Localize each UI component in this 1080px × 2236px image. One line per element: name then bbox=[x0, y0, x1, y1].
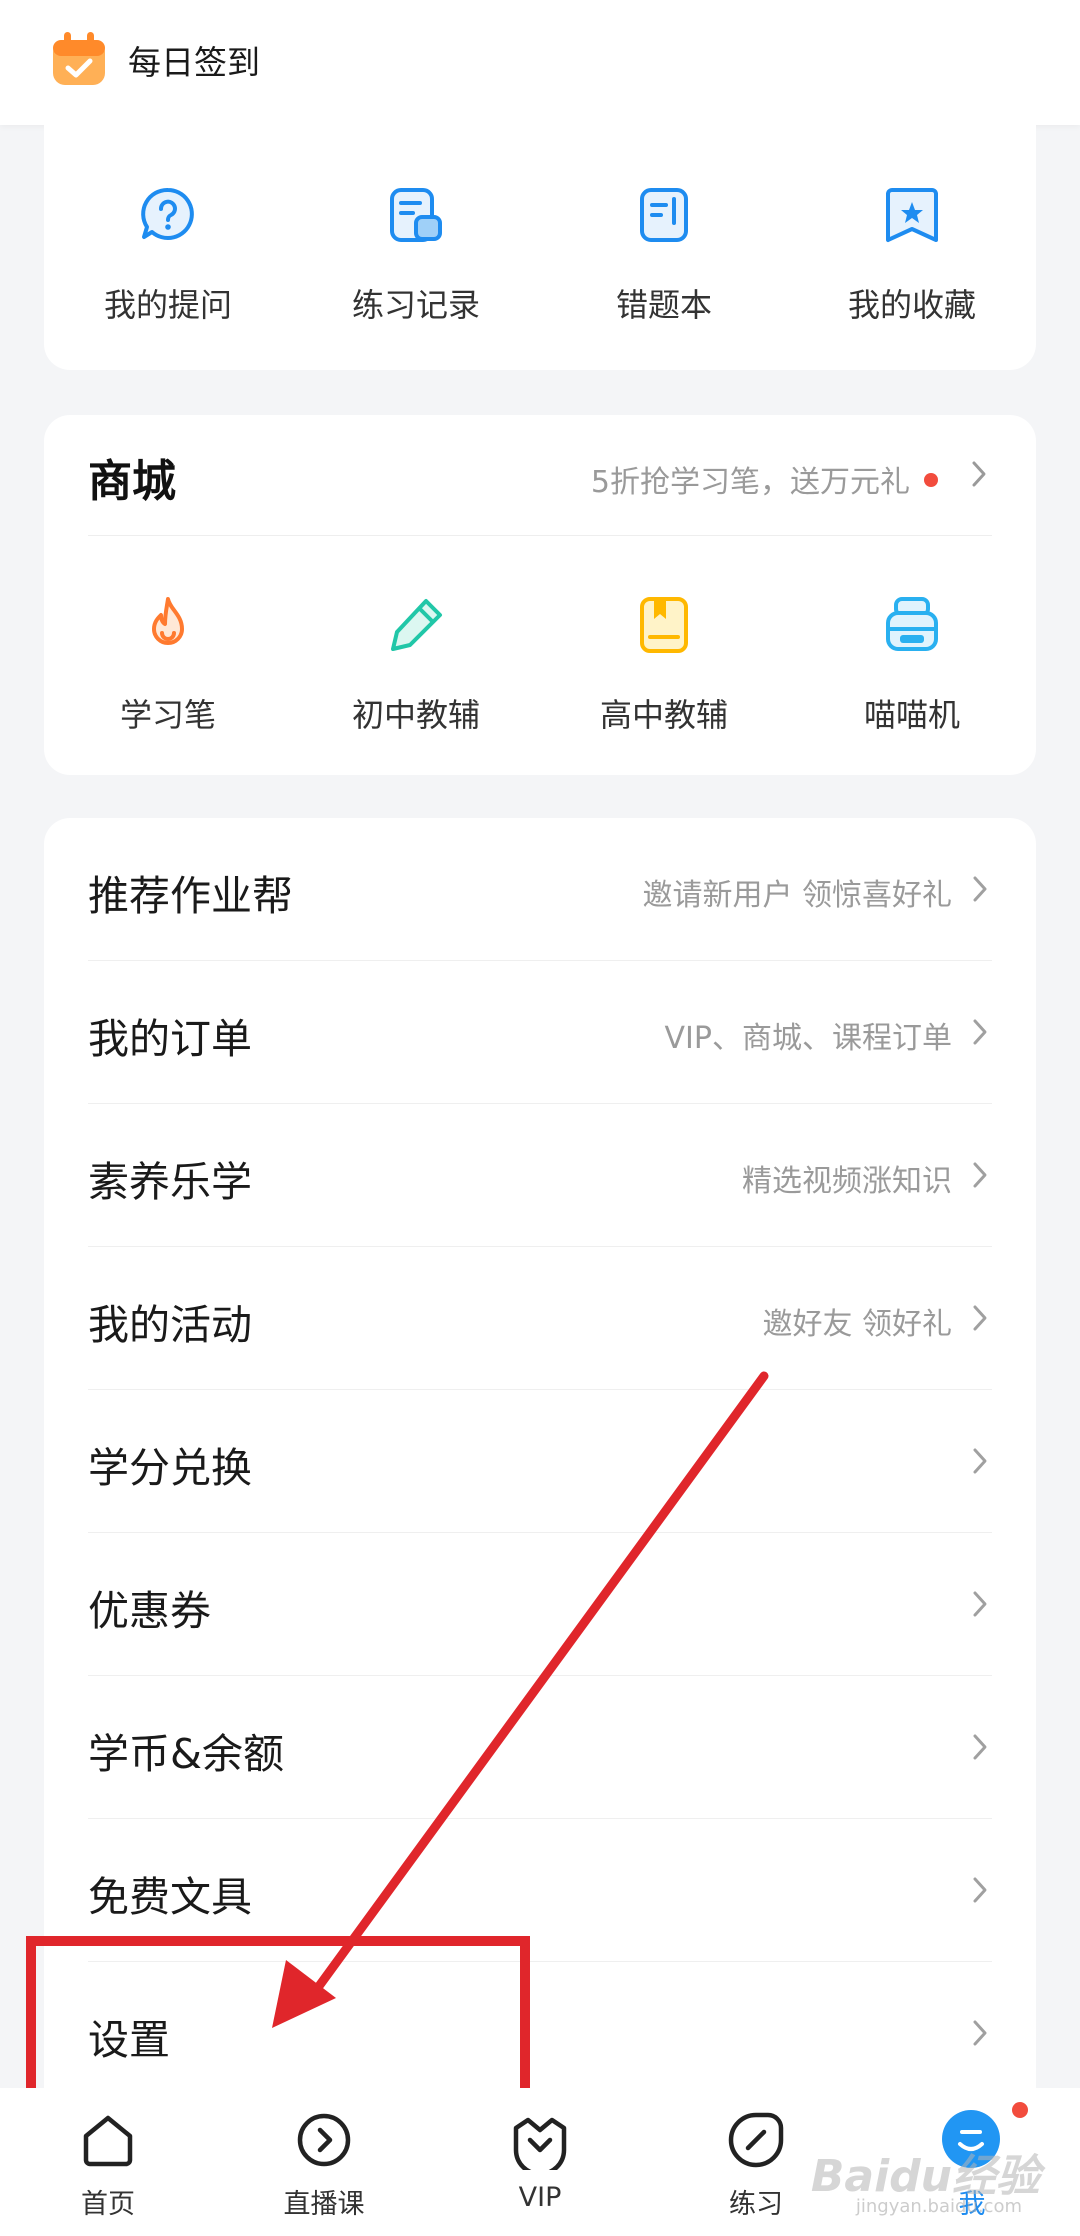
menu-row-title: 学分兑换 bbox=[88, 1444, 252, 1492]
menu-row-title: 优惠券 bbox=[88, 1587, 211, 1635]
tool-my-favorites[interactable]: 我的收藏 bbox=[788, 125, 1036, 370]
menu-row-settings[interactable]: 设置 bbox=[44, 1962, 1036, 2105]
tool-label: 错题本 bbox=[615, 286, 712, 324]
watermark-logo: Baidu经验 bbox=[810, 2151, 1040, 2202]
chevron-right-icon bbox=[973, 1734, 987, 1760]
tab-vip[interactable]: VIP bbox=[432, 2088, 648, 2236]
tab-live-class[interactable]: 直播课 bbox=[216, 2088, 432, 2236]
menu-row-coupons[interactable]: 优惠券 bbox=[44, 1533, 1036, 1676]
pencil-icon bbox=[391, 599, 442, 651]
tab-label: 首页 bbox=[81, 2189, 135, 2220]
chevron-right-icon bbox=[973, 1877, 987, 1903]
flame-icon bbox=[152, 597, 184, 645]
tool-wrong-questions[interactable]: 错题本 bbox=[540, 125, 788, 370]
tab-home[interactable]: 首页 bbox=[0, 2088, 216, 2236]
menu-row-credit-exchange[interactable]: 学分兑换 bbox=[44, 1390, 1036, 1533]
shop-item-label: 喵喵机 bbox=[863, 696, 960, 734]
menu-row-literacy[interactable]: 素养乐学 精选视频涨知识 bbox=[44, 1104, 1036, 1247]
chevron-right-icon bbox=[973, 1591, 987, 1617]
chevron-right-icon bbox=[973, 876, 987, 902]
shop-item-meow-printer[interactable]: 喵喵机 bbox=[788, 535, 1036, 775]
bookmark-star-icon bbox=[886, 188, 938, 242]
menu-row-recommend[interactable]: 推荐作业帮 邀请新用户 领惊喜好礼 bbox=[44, 818, 1036, 961]
home-icon bbox=[83, 2115, 133, 2167]
tab-label: 直播课 bbox=[283, 2189, 365, 2220]
menu-row-my-orders[interactable]: 我的订单 VIP、商城、课程订单 bbox=[44, 961, 1036, 1104]
book-icon bbox=[640, 597, 688, 653]
tool-my-questions[interactable]: 我的提问 bbox=[44, 125, 292, 370]
practice-record-icon bbox=[390, 188, 442, 242]
calendar-check-icon[interactable] bbox=[50, 30, 108, 88]
wrong-questions-book-icon bbox=[640, 188, 688, 242]
shop-item-junior-tutoring[interactable]: 初中教辅 bbox=[292, 535, 540, 775]
quick-tools-card: 我的提问 练习记录 错题本 我的收藏 bbox=[44, 125, 1036, 370]
chevron-right-icon bbox=[973, 1019, 987, 1045]
shop-item-label: 初中教辅 bbox=[351, 696, 480, 734]
shop-promo-text[interactable]: 5折抢学习笔，送万元礼 bbox=[591, 457, 910, 501]
shop-item-senior-tutoring[interactable]: 高中教辅 bbox=[540, 535, 788, 775]
chevron-right-icon[interactable] bbox=[966, 459, 992, 489]
tool-label: 我的收藏 bbox=[847, 286, 976, 324]
tab-notification-dot bbox=[1012, 2102, 1028, 2118]
shop-item-label: 高中教辅 bbox=[599, 696, 728, 734]
tab-label: VIP bbox=[518, 2182, 562, 2213]
menu-row-hint: 邀好友 领好礼 bbox=[762, 1307, 952, 1342]
tool-practice-record[interactable]: 练习记录 bbox=[292, 125, 540, 370]
shop-item-label: 学习笔 bbox=[119, 696, 216, 734]
menu-row-free-stationery[interactable]: 免费文具 bbox=[44, 1819, 1036, 1962]
watermark-url: jingyan.baidu.com bbox=[855, 2196, 1022, 2217]
compass-icon bbox=[728, 2112, 784, 2168]
menu-row-hint: 精选视频涨知识 bbox=[742, 1164, 952, 1199]
menu-row-hint: VIP、商城、课程订单 bbox=[664, 1021, 952, 1056]
vip-crown-icon bbox=[513, 2117, 567, 2170]
menu-row-title: 我的订单 bbox=[88, 1015, 252, 1063]
shop-item-study-pen[interactable]: 学习笔 bbox=[44, 535, 292, 775]
menu-list-card: 推荐作业帮 邀请新用户 领惊喜好礼 我的订单 VIP、商城、课程订单 素养乐学 … bbox=[44, 818, 1036, 2148]
chevron-right-icon bbox=[973, 2020, 987, 2046]
menu-row-title: 素养乐学 bbox=[88, 1158, 252, 1206]
top-bar: 每日签到 bbox=[0, 0, 1080, 125]
tool-label: 我的提问 bbox=[103, 286, 232, 324]
menu-row-hint: 邀请新用户 领惊喜好礼 bbox=[642, 878, 952, 913]
menu-row-title: 我的活动 bbox=[88, 1301, 252, 1349]
menu-row-title: 设置 bbox=[88, 2016, 170, 2064]
menu-row-coins-balance[interactable]: 学币&余额 bbox=[44, 1676, 1036, 1819]
menu-row-title: 免费文具 bbox=[88, 1873, 252, 1921]
tool-label: 练习记录 bbox=[351, 286, 480, 324]
shop-card: 商城 5折抢学习笔，送万元礼 学习笔 初中教辅 高中教辅 喵喵机 bbox=[44, 415, 1036, 775]
play-circle-icon bbox=[297, 2113, 351, 2167]
daily-signin-label[interactable]: 每日签到 bbox=[128, 36, 260, 84]
shop-title: 商城 bbox=[88, 456, 176, 507]
shop-notification-dot bbox=[924, 473, 938, 487]
chevron-right-icon bbox=[973, 1305, 987, 1331]
menu-row-title: 学币&余额 bbox=[88, 1730, 284, 1778]
printer-icon bbox=[886, 597, 938, 651]
chevron-right-icon bbox=[973, 1162, 987, 1188]
chevron-right-icon bbox=[973, 1448, 987, 1474]
menu-row-title: 推荐作业帮 bbox=[88, 872, 293, 920]
question-bubble-icon bbox=[141, 187, 194, 240]
menu-row-my-activities[interactable]: 我的活动 邀好友 领好礼 bbox=[44, 1247, 1036, 1390]
